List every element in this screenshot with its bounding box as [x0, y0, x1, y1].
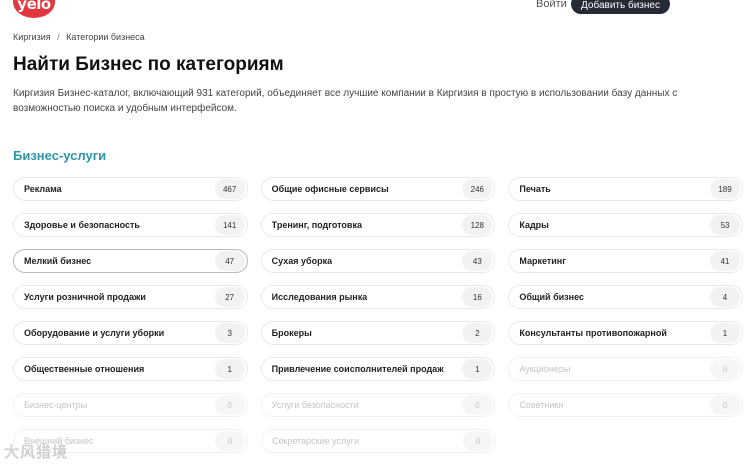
category-name: Бизнес-центры — [24, 400, 88, 410]
category-item[interactable]: Тренинг, подготовка 128 — [260, 213, 496, 237]
yelo-logo[interactable]: yelo — [13, 0, 55, 18]
category-name: Реклама — [24, 184, 62, 194]
category-count-badge: 246 — [462, 179, 493, 199]
category-name: Оборудование и услуги уборки — [24, 328, 165, 338]
page-description: Киргизия Бизнес-каталог, включающий 931 … — [13, 88, 678, 114]
category-count-badge: 4 — [710, 287, 741, 307]
category-item-hovered[interactable]: Мелкий бизнес 47 — [13, 249, 248, 273]
category-name: Консультанты противопожарной — [519, 328, 667, 338]
category-count-badge: 0 — [463, 431, 493, 451]
category-count-badge: 1 — [710, 323, 741, 343]
category-count-badge: 189 — [710, 179, 741, 199]
category-count-badge: 0 — [710, 359, 741, 379]
login-link[interactable]: Войти — [536, 0, 567, 10]
category-item-empty[interactable]: Услуги безопасности 0 — [260, 393, 496, 417]
category-item[interactable]: Общественные отношения 1 — [13, 357, 248, 381]
category-name: Привлечение соисполнителей продаж — [271, 364, 444, 374]
category-item[interactable]: Услуги розничной продажи 27 — [13, 285, 248, 309]
category-count-badge: 27 — [214, 287, 245, 307]
category-name: Услуги безопасности — [271, 400, 359, 410]
category-name: Маркетинг — [519, 256, 566, 266]
category-name: Секретарские услуги — [272, 436, 360, 446]
category-count-badge: 2 — [462, 323, 493, 343]
category-name: Исследования рынка — [271, 292, 368, 302]
category-name: Кадры — [519, 220, 549, 230]
category-item[interactable]: Привлечение соисполнителей продаж 1 — [260, 357, 496, 381]
category-item[interactable]: Реклама 467 — [13, 177, 248, 201]
category-name: Здоровье и безопасность — [24, 220, 140, 230]
category-name: Общие офисные сервисы — [271, 184, 389, 194]
category-item[interactable]: Консультанты противопожарной 1 — [508, 321, 744, 345]
category-item[interactable]: Общие офисные сервисы 246 — [260, 177, 496, 201]
category-count-badge: 0 — [215, 431, 245, 451]
category-count-badge: 141 — [214, 215, 245, 235]
category-count-badge: 3 — [214, 323, 245, 343]
breadcrumb-item-kyrgyzstan[interactable]: Киргизия — [13, 32, 51, 42]
category-item[interactable]: Общий бизнес 4 — [508, 285, 744, 309]
category-name: Аукционеры — [519, 364, 571, 374]
category-count-badge: 0 — [462, 395, 493, 415]
category-name: Общий бизнес — [519, 292, 584, 302]
watermark: 大风猎境 — [4, 443, 69, 461]
category-count-badge: 53 — [710, 215, 741, 235]
category-name: Тренинг, подготовка — [271, 220, 362, 230]
category-item[interactable]: Оборудование и услуги уборки 3 — [13, 321, 248, 345]
category-name: Сухая уборка — [271, 256, 333, 266]
add-business-button[interactable]: Добавить бизнес — [571, 0, 670, 14]
category-item[interactable]: Исследования рынка 16 — [260, 285, 496, 309]
category-grid: Реклама 467 Общие офисные сервисы 246 Печа… — [13, 177, 744, 465]
category-item[interactable]: Кадры 53 — [508, 213, 744, 237]
category-item[interactable]: Брокеры 2 — [260, 321, 496, 345]
category-name: Советники — [519, 400, 564, 410]
site-header: yelo Войти Добавить бизнес — [0, 0, 751, 22]
category-name: Брокеры — [271, 328, 312, 338]
breadcrumb: Киргизия / Категории бизнеса — [13, 32, 145, 42]
breadcrumb-item-categories[interactable]: Категории бизнеса — [66, 32, 145, 42]
category-count-badge: 1 — [462, 359, 493, 379]
category-item-empty[interactable]: Бизнес-центры 0 — [13, 393, 248, 417]
breadcrumb-separator: / — [57, 32, 60, 42]
category-item[interactable]: Сухая уборка 43 — [260, 249, 496, 273]
category-count-badge: 1 — [214, 359, 245, 379]
category-count-badge: 467 — [214, 179, 245, 199]
category-item[interactable]: Здоровье и безопасность 141 — [13, 213, 248, 237]
category-count-badge: 16 — [462, 287, 493, 307]
category-count-badge: 41 — [710, 251, 741, 271]
page-title: Найти Бизнес по категориям — [13, 54, 284, 75]
category-count-badge: 0 — [214, 395, 245, 415]
category-count-badge: 47 — [214, 251, 245, 271]
category-count-badge: 43 — [462, 251, 493, 271]
category-name: Печать — [519, 184, 551, 194]
category-item-empty[interactable]: Секретарские услуги 0 — [261, 429, 496, 453]
category-name: Мелкий бизнес — [24, 256, 92, 266]
category-item-empty[interactable]: Аукционеры 0 — [508, 357, 744, 381]
category-item-empty[interactable]: Советники 0 — [508, 393, 744, 417]
section-title-business-services[interactable]: Бизнес-услуги — [13, 148, 106, 163]
category-count-badge: 0 — [710, 395, 741, 415]
category-item[interactable]: Маркетинг 41 — [508, 249, 744, 273]
category-name: Услуги розничной продажи — [24, 292, 146, 302]
category-count-badge: 128 — [462, 215, 493, 235]
category-item[interactable]: Печать 189 — [508, 177, 744, 201]
category-name: Общественные отношения — [24, 364, 145, 374]
